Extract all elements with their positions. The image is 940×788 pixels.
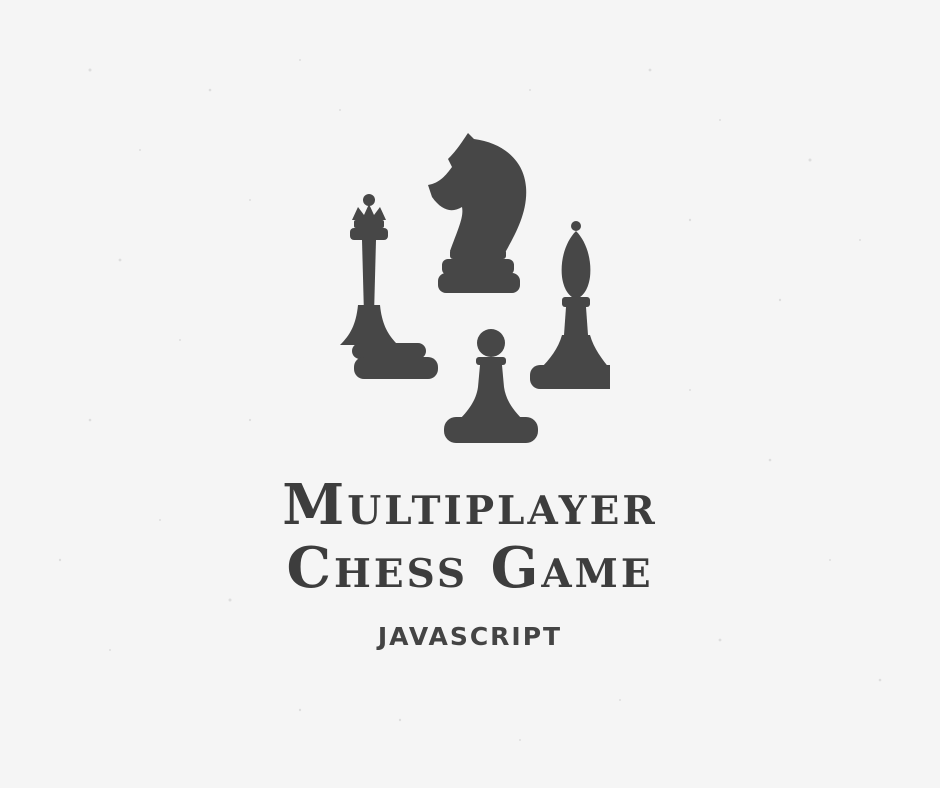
- bishop-icon: [530, 221, 610, 389]
- title-line-1: Multiplayer: [282, 472, 658, 538]
- pawn-icon: [444, 329, 538, 443]
- title-line-2: Chess Game: [286, 535, 654, 601]
- knight-icon: [428, 133, 527, 293]
- chess-pieces-illustration: [340, 133, 610, 443]
- queen-icon: [340, 194, 438, 379]
- poster-canvas: Multiplayer Chess Game JAVASCRIPT: [0, 0, 940, 788]
- subtitle: JAVASCRIPT: [377, 622, 563, 651]
